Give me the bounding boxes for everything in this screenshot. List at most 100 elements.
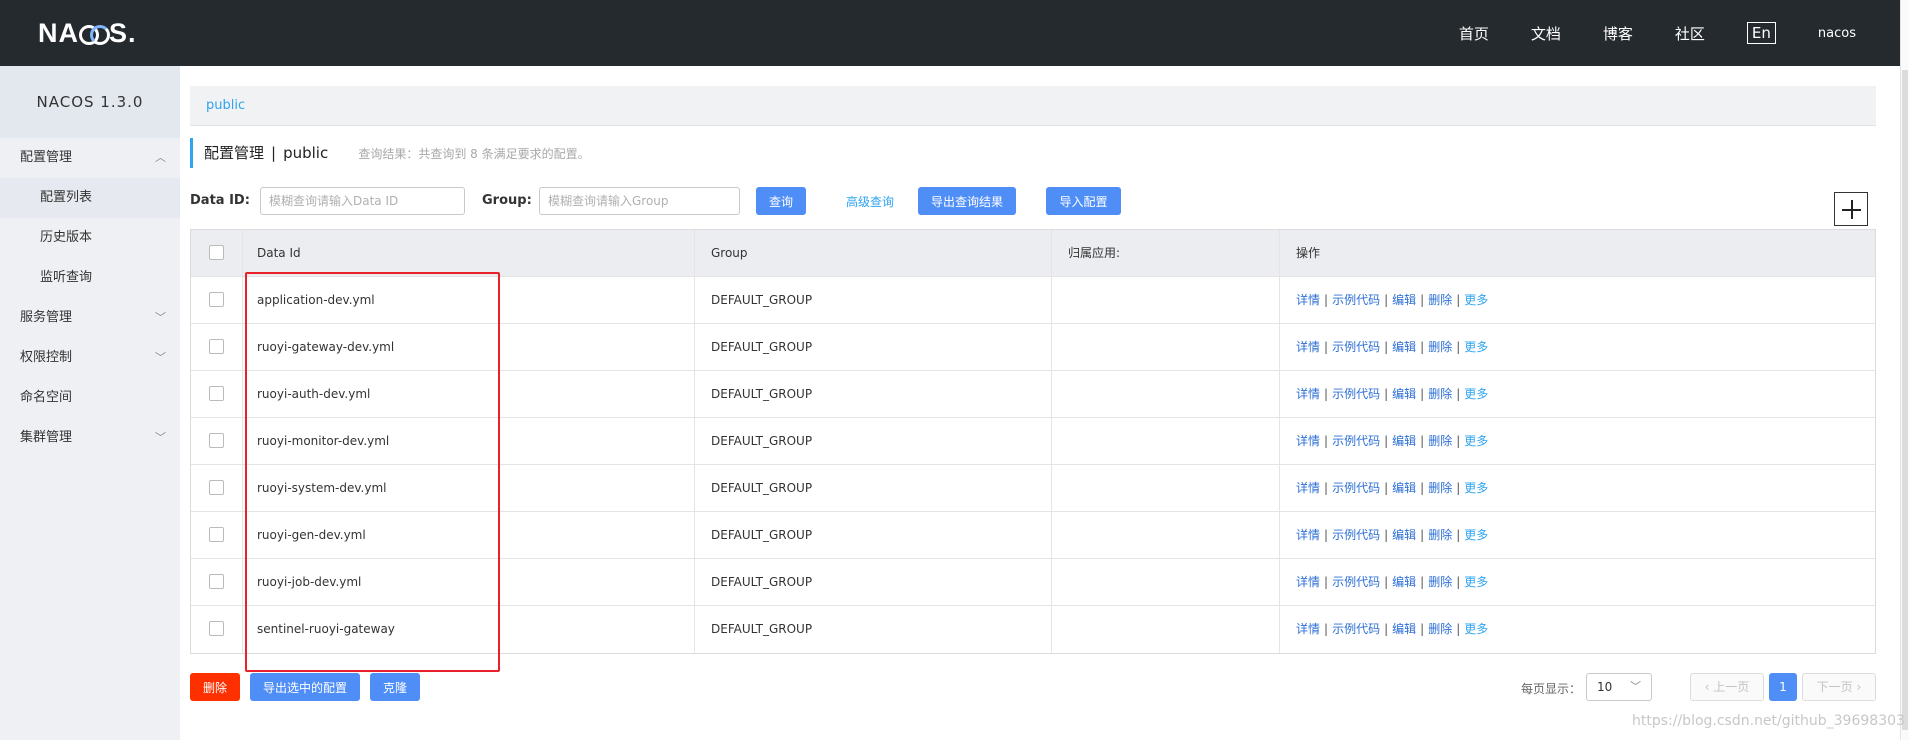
delete-link[interactable]: 删除: [1428, 575, 1452, 589]
edit-link[interactable]: 编辑: [1392, 387, 1416, 401]
delete-link[interactable]: 删除: [1428, 340, 1452, 354]
advanced-query-link[interactable]: 高级查询: [846, 193, 894, 210]
action-separator: |: [1384, 481, 1389, 495]
chevron-right-icon: ›: [1852, 680, 1862, 694]
sidebar-item-permission-control[interactable]: 权限控制 ﹀: [0, 338, 180, 378]
group-input[interactable]: [539, 187, 740, 215]
edit-link[interactable]: 编辑: [1392, 293, 1416, 307]
table-row: ruoyi-gen-dev.yml DEFAULT_GROUP 详情 | 示例代码 | 编辑…: [191, 512, 1875, 559]
query-button[interactable]: 查询: [756, 187, 806, 215]
row-checkbox[interactable]: [209, 386, 224, 401]
nav-community[interactable]: 社区: [1675, 23, 1705, 44]
title-namespace: public: [283, 144, 329, 162]
sample-code-link[interactable]: 示例代码: [1332, 481, 1380, 495]
details-link[interactable]: 详情: [1296, 622, 1320, 636]
sidebar-item-service-management[interactable]: 服务管理 ﹀: [0, 298, 180, 338]
row-checkbox[interactable]: [209, 480, 224, 495]
chevron-left-icon: ‹: [1704, 680, 1714, 694]
delete-link[interactable]: 删除: [1428, 434, 1452, 448]
edit-link[interactable]: 编辑: [1392, 340, 1416, 354]
sidebar-item-listener-query[interactable]: 监听查询: [0, 258, 180, 298]
export-selected-button[interactable]: 导出选中的配置: [250, 673, 360, 701]
more-link[interactable]: 更多: [1464, 575, 1488, 589]
sample-code-link[interactable]: 示例代码: [1332, 387, 1380, 401]
select-all-checkbox[interactable]: [209, 245, 224, 260]
more-link[interactable]: 更多: [1464, 387, 1488, 401]
clone-button[interactable]: 克隆: [370, 673, 420, 701]
sample-code-link[interactable]: 示例代码: [1332, 434, 1380, 448]
row-checkbox[interactable]: [209, 292, 224, 307]
scrollbar-thumb[interactable]: [1902, 70, 1908, 730]
delete-link[interactable]: 删除: [1428, 528, 1452, 542]
sample-code-link[interactable]: 示例代码: [1332, 340, 1380, 354]
action-separator: |: [1324, 622, 1329, 636]
sample-code-link[interactable]: 示例代码: [1332, 622, 1380, 636]
chevron-down-icon: ﹀: [155, 351, 166, 364]
action-separator: |: [1456, 340, 1461, 354]
row-checkbox[interactable]: [209, 527, 224, 542]
details-link[interactable]: 详情: [1296, 434, 1320, 448]
sample-code-link[interactable]: 示例代码: [1332, 528, 1380, 542]
delete-link[interactable]: 删除: [1428, 293, 1452, 307]
cell-app: [1052, 277, 1280, 324]
action-separator: |: [1420, 434, 1425, 448]
action-separator: |: [1420, 340, 1425, 354]
edit-link[interactable]: 编辑: [1392, 575, 1416, 589]
nav-blog[interactable]: 博客: [1603, 23, 1633, 44]
row-checkbox[interactable]: [209, 574, 224, 589]
page-size-select[interactable]: 10 ﹀: [1586, 673, 1652, 701]
current-page-button[interactable]: 1: [1769, 673, 1797, 701]
language-switch[interactable]: En: [1746, 22, 1776, 44]
edit-link[interactable]: 编辑: [1392, 528, 1416, 542]
delete-selected-button[interactable]: 删除: [190, 673, 240, 701]
export-results-button[interactable]: 导出查询结果: [918, 187, 1016, 215]
edit-link[interactable]: 编辑: [1392, 481, 1416, 495]
delete-link[interactable]: 删除: [1428, 481, 1452, 495]
next-page-button[interactable]: 下一页 ›: [1802, 673, 1876, 701]
cell-data-id: ruoyi-job-dev.yml: [243, 559, 695, 606]
add-config-plus-icon[interactable]: [1834, 192, 1868, 226]
action-separator: |: [1420, 622, 1425, 636]
vertical-scrollbar[interactable]: [1900, 0, 1909, 740]
sidebar-item-cluster-management[interactable]: 集群管理 ﹀: [0, 418, 180, 458]
more-link[interactable]: 更多: [1464, 481, 1488, 495]
import-config-button[interactable]: 导入配置: [1046, 187, 1121, 215]
delete-link[interactable]: 删除: [1428, 622, 1452, 636]
more-link[interactable]: 更多: [1464, 622, 1488, 636]
more-link[interactable]: 更多: [1464, 528, 1488, 542]
cell-group: DEFAULT_GROUP: [695, 324, 1052, 371]
edit-link[interactable]: 编辑: [1392, 622, 1416, 636]
sample-code-link[interactable]: 示例代码: [1332, 293, 1380, 307]
sidebar-item-config-management[interactable]: 配置管理 ︿: [0, 138, 180, 178]
sidebar-item-history[interactable]: 历史版本: [0, 218, 180, 258]
details-link[interactable]: 详情: [1296, 575, 1320, 589]
prev-page-button[interactable]: ‹ 上一页: [1690, 673, 1764, 701]
details-link[interactable]: 详情: [1296, 387, 1320, 401]
action-separator: |: [1456, 387, 1461, 401]
details-link[interactable]: 详情: [1296, 528, 1320, 542]
more-link[interactable]: 更多: [1464, 340, 1488, 354]
namespace-public-link[interactable]: public: [206, 98, 245, 113]
col-header-data-id: Data Id: [243, 230, 695, 277]
delete-link[interactable]: 删除: [1428, 387, 1452, 401]
data-id-input[interactable]: [260, 187, 465, 215]
sample-code-link[interactable]: 示例代码: [1332, 575, 1380, 589]
sidebar-item-namespace[interactable]: 命名空间: [0, 378, 180, 418]
more-link[interactable]: 更多: [1464, 293, 1488, 307]
cell-actions: 详情 | 示例代码 | 编辑 | 删除 | 更多: [1280, 606, 1877, 653]
user-name[interactable]: nacos: [1818, 26, 1856, 41]
row-checkbox[interactable]: [209, 339, 224, 354]
sidebar-item-config-list[interactable]: 配置列表: [0, 178, 180, 218]
nav-docs[interactable]: 文档: [1531, 23, 1561, 44]
row-checkbox[interactable]: [209, 621, 224, 636]
nav-home[interactable]: 首页: [1459, 23, 1489, 44]
details-link[interactable]: 详情: [1296, 293, 1320, 307]
nacos-logo[interactable]: NA S.: [38, 18, 137, 49]
details-link[interactable]: 详情: [1296, 481, 1320, 495]
more-link[interactable]: 更多: [1464, 434, 1488, 448]
edit-link[interactable]: 编辑: [1392, 434, 1416, 448]
details-link[interactable]: 详情: [1296, 340, 1320, 354]
cell-group: DEFAULT_GROUP: [695, 277, 1052, 324]
row-checkbox[interactable]: [209, 433, 224, 448]
cell-actions: 详情 | 示例代码 | 编辑 | 删除 | 更多: [1280, 418, 1877, 465]
